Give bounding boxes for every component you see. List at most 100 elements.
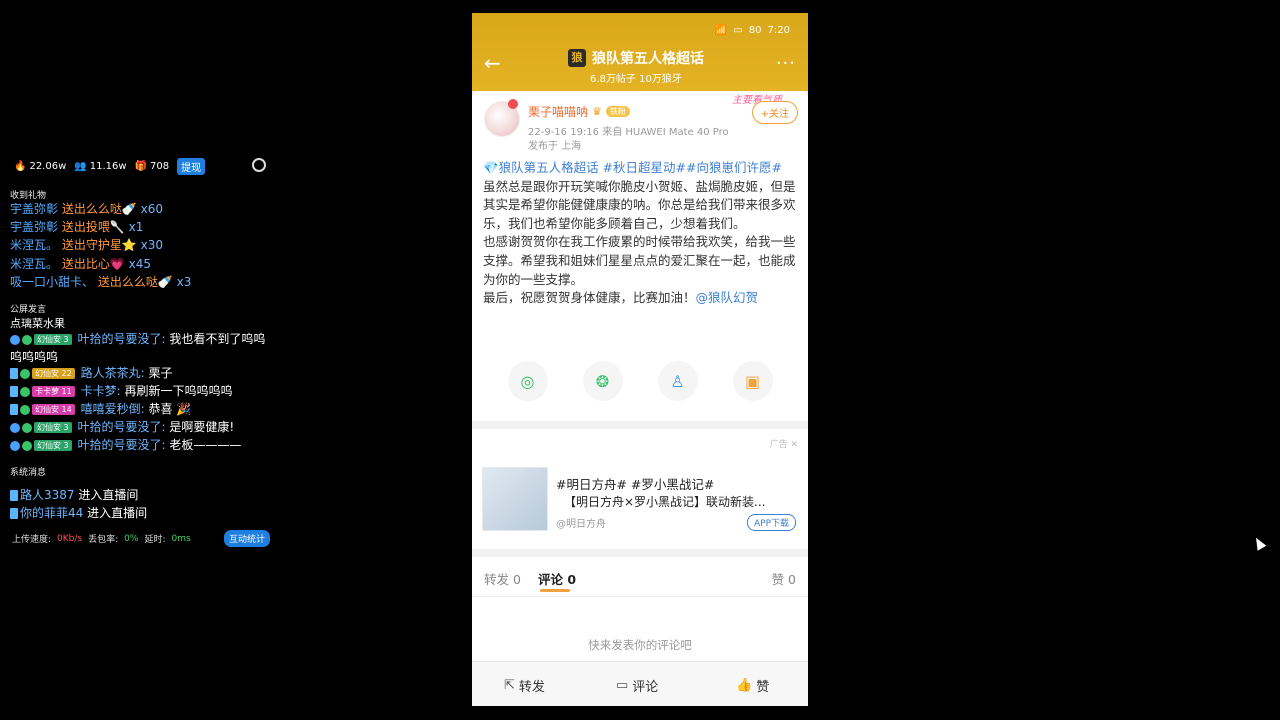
chat-section-title: 公屏发言 <box>10 305 47 315</box>
withdraw-button[interactable]: 提现 <box>177 158 206 175</box>
live-overlay-panel: 🔥 22.06w 👥 11.16w 🎁 708 提现 收到礼物 宇盖弥彰 送出么么哒🍼… <box>0 150 276 550</box>
notification-dot <box>508 99 518 109</box>
popularity-stat: 🔥 22.06w <box>14 161 67 172</box>
ad-label[interactable]: 广告 ✕ <box>770 437 798 450</box>
share-row: ◎ ❂ ♙ ▣ <box>472 361 808 401</box>
comments-area: 快来发表你的评论吧 <box>472 597 808 661</box>
tab-comment[interactable]: 评论 0 <box>538 569 576 588</box>
post-location: 发布于 上海 <box>528 141 582 152</box>
post-tabs: 转发 0 评论 0 赞 0 <box>472 557 808 597</box>
badge-icon <box>22 422 32 433</box>
chat-line: 点璃菜水果 <box>10 317 65 330</box>
ad-tags: #明日方舟# #罗小黑战记# <box>556 477 715 492</box>
badge-icon <box>20 386 30 397</box>
empty-comments-text: 快来发表你的评论吧 <box>588 638 692 652</box>
gift-icon: 🎁 <box>134 161 147 172</box>
chat-line: 幻仙安 3 叶拾的号要没了: 是啊要健康! <box>10 418 234 435</box>
mention-link[interactable]: @狼队幻贺 <box>696 290 759 305</box>
chat-line: 幻仙安 22 路人茶茶丸: 栗子 <box>10 364 172 381</box>
level-icon <box>10 440 20 451</box>
interaction-stats-button[interactable]: 互动统计 <box>224 530 271 547</box>
post-body: 💎狼队第五人格超话 #秋日超星动##向狼崽们许愿# 虽然总是跟你开玩笑喊你脆皮小… <box>483 159 799 308</box>
post-author[interactable]: 栗子喵喵呐 ♛ 铁粉 <box>528 103 630 120</box>
gift-line: 吸一口小甜卡、 送出么么哒🍼 x3 <box>10 275 192 289</box>
battery-level: 80 <box>748 25 762 36</box>
status-bar: 📶 ▭ 80 7:20 <box>715 25 790 36</box>
level-icon <box>10 386 18 397</box>
level-icon <box>10 490 18 501</box>
system-line: 路人3387 进入直播间 <box>10 486 138 503</box>
like-button[interactable]: 👍 赞 <box>736 676 769 695</box>
ad-title: 【明日方舟×罗小黑战记】联动新装... <box>564 495 766 509</box>
image-icon[interactable]: ▣ <box>732 361 773 401</box>
app-download-button[interactable]: APP下载 <box>746 514 796 531</box>
ad-thumbnail[interactable] <box>482 467 548 531</box>
ad-card[interactable]: 广告 ✕ #明日方舟# #罗小黑战记# 【明日方舟×罗小黑战记】联动新装... … <box>472 429 808 549</box>
gifts-stat: 🎁 708 <box>134 161 170 172</box>
badge-icon <box>22 334 32 345</box>
repost-button[interactable]: ⇱ 转发 <box>504 676 545 695</box>
follow-button[interactable]: +关注 <box>751 101 798 124</box>
chat-line: 幻仙安 14 嘻嘻爱秒倒: 恭喜 🎉 <box>10 400 191 417</box>
gift-line: 宇盖弥彰 送出投喂🥄 x1 <box>10 220 144 234</box>
status-time: 7:20 <box>767 25 790 36</box>
crown-icon: ♛ <box>592 105 602 118</box>
chat-line: 幻仙安 3 叶拾的号要没了: 我也看不到了呜呜 <box>10 330 265 347</box>
post-topics[interactable]: 💎狼队第五人格超话 #秋日超星动##向狼崽们许愿# <box>483 159 799 178</box>
more-options-icon[interactable]: ··· <box>776 53 796 74</box>
system-line: 你的菲菲44 进入直播间 <box>10 504 147 521</box>
post-meta: 22-9-16 19:16 来自 HUAWEI Mate 40 Pro <box>528 127 729 138</box>
gift-icon: 💗 <box>109 257 125 271</box>
level-icon <box>10 334 20 345</box>
tab-underline <box>540 589 570 592</box>
viewers-stat: 👥 11.16w <box>74 161 127 172</box>
badge-icon <box>22 440 32 451</box>
gift-icon: 🍼 <box>157 275 173 289</box>
comment-button[interactable]: ▭ 评论 <box>616 676 658 695</box>
live-stats: 🔥 22.06w 👥 11.16w 🎁 708 提现 <box>14 158 206 175</box>
fan-badge: 铁粉 <box>605 106 630 117</box>
gift-icon: ⭐ <box>121 238 137 252</box>
topic-stats: 6.8万帖子 10万狼牙 <box>590 74 682 85</box>
topic-title: 狼 狼队第五人格超话 <box>568 48 704 68</box>
post-paragraph: 虽然总是跟你开玩笑喊你脆皮小贺姬、盐焗脆皮姬，但是其实是希望你能健健康康的呐。你… <box>483 178 796 231</box>
tab-like[interactable]: 赞 0 <box>772 569 796 588</box>
settings-icon[interactable] <box>252 158 266 172</box>
network-stats: 上传速度: 0Kb/s 丢包率: 0% 延时: 0ms <box>12 533 191 546</box>
qq-icon[interactable]: ♙ <box>657 361 698 401</box>
thumbs-up-icon: 👍 <box>736 678 753 693</box>
bottom-action-bar: ⇱ 转发 ▭ 评论 👍 赞 <box>472 661 808 706</box>
battery-icon: ▭ <box>733 25 743 36</box>
screen: 🔥 22.06w 👥 11.16w 🎁 708 提现 收到礼物 宇盖弥彰 送出么么哒🍼… <box>0 0 1280 720</box>
phone-screen: 📶 ▭ 80 7:20 ← 狼 狼队第五人格超话 6.8万帖子 10万狼牙 ··… <box>472 13 808 706</box>
level-icon <box>10 404 18 415</box>
badge-icon <box>20 368 30 379</box>
chat-line-continued: 呜呜呜呜 <box>10 350 59 364</box>
comment-icon: ▭ <box>616 678 629 693</box>
moments-icon[interactable]: ❂ <box>582 361 623 401</box>
ad-source: @明日方舟 <box>556 519 606 530</box>
level-icon <box>10 368 18 379</box>
user-icon: 👥 <box>74 161 87 172</box>
signal-icon: 📶 <box>714 25 728 36</box>
post-paragraph: 最后，祝愿贺贺身体健康，比赛加油！@狼队幻贺 <box>483 290 759 306</box>
wolves-logo-icon: 狼 <box>568 49 586 67</box>
level-icon <box>10 422 20 433</box>
tab-repost[interactable]: 转发 0 <box>484 569 521 588</box>
gift-line: 米涅瓦。 送出守护星⭐ x30 <box>10 238 164 252</box>
post-card: 栗子喵喵呐 ♛ 铁粉 主要看气质 +关注 22-9-16 19:16 来自 HU… <box>472 91 808 421</box>
mouse-cursor-icon <box>1251 535 1267 551</box>
gift-icon: 🍼 <box>121 202 137 216</box>
back-arrow-icon[interactable]: ← <box>484 53 501 73</box>
wechat-icon[interactable]: ◎ <box>507 361 548 401</box>
gift-line: 宇盖弥彰 送出么么哒🍼 x60 <box>10 202 164 216</box>
topic-header: 📶 ▭ 80 7:20 ← 狼 狼队第五人格超话 6.8万帖子 10万狼牙 ··… <box>472 13 808 91</box>
badge-icon <box>20 404 30 415</box>
gift-icon: 🎉 <box>176 402 192 416</box>
system-section-title: 系统消息 <box>10 468 47 478</box>
chat-line: 幻仙安 3 叶拾的号要没了: 老板———— <box>10 436 241 453</box>
share-icon: ⇱ <box>504 678 515 693</box>
post-paragraph: 也感谢贺贺你在我工作疲累的时候带给我欢笑，给我一些支撑。希望我和姐妹们星星点点的… <box>483 234 796 287</box>
gift-icon: 🥄 <box>109 220 125 234</box>
chat-line: 卡卡萝 11 卡卡梦: 再刷新一下呜呜呜呜 <box>10 382 232 399</box>
